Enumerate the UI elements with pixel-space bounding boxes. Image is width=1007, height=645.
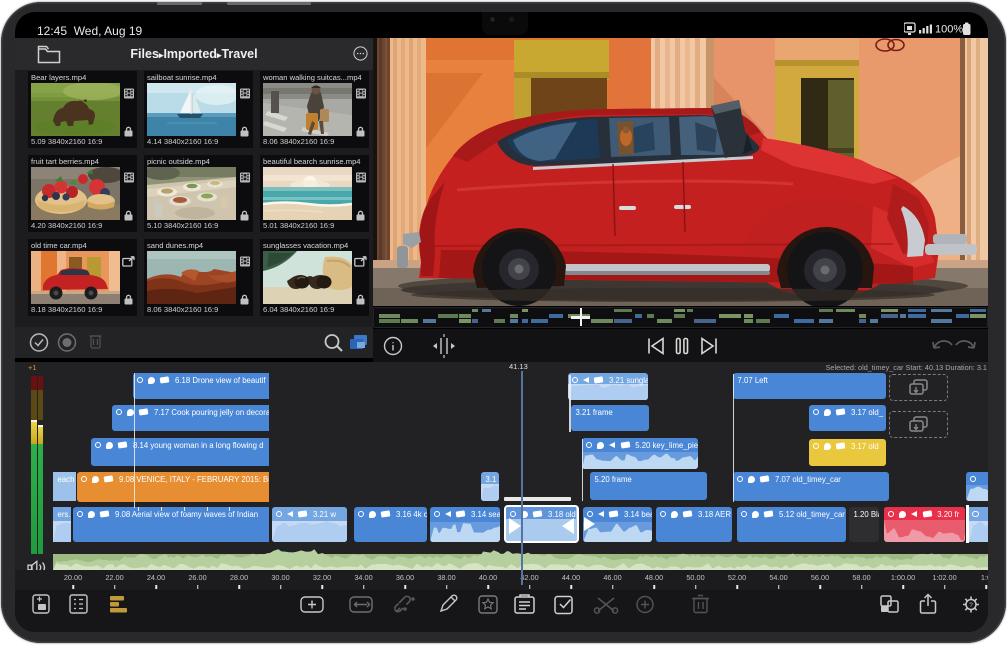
svg-text:?: ? — [969, 602, 973, 609]
svg-text:100%: 100% — [935, 24, 963, 36]
